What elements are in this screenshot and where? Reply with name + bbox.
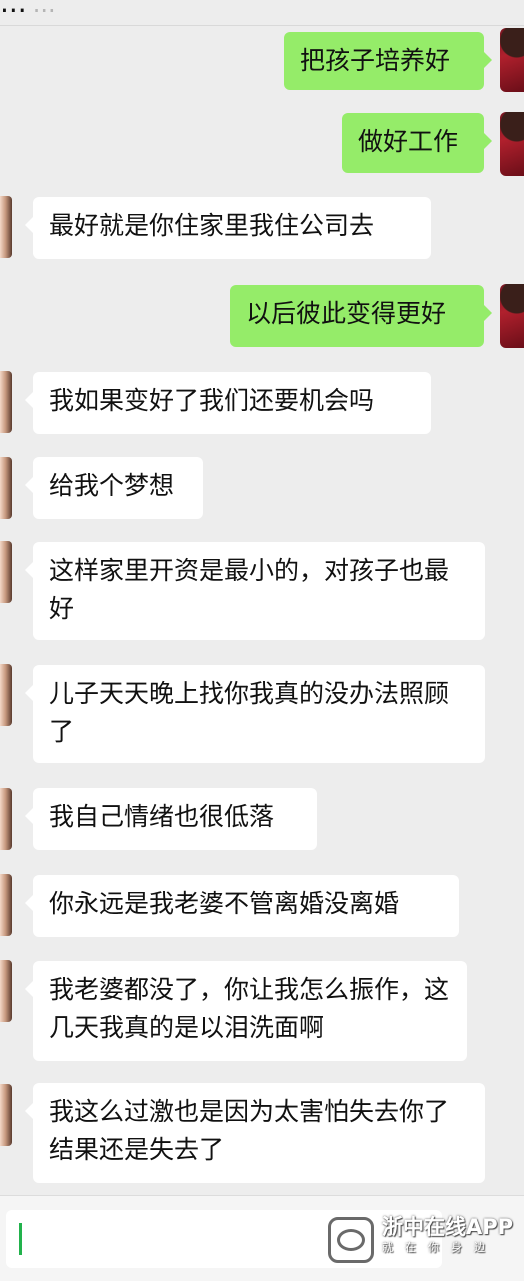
watermark-name: 浙中在线APP — [382, 1215, 514, 1239]
message-text: 做好工作 — [358, 127, 459, 156]
message-text: 最好就是你住家里我住公司去 — [49, 211, 375, 240]
message-bubble-received[interactable]: 我如果变好了我们还要机会吗 — [25, 372, 431, 434]
contact-avatar[interactable] — [0, 541, 12, 603]
message-bubble-received[interactable]: 儿子天天晚上找你我真的没办法照顾了 — [25, 665, 485, 763]
message-text: 我老婆都没了，你让我怎么振作，这几天我真的是以泪洗面啊 — [49, 975, 450, 1042]
message-bubble-received[interactable]: 我自己情绪也很低落 — [25, 788, 317, 850]
message-text: 以后彼此变得更好 — [246, 299, 447, 328]
message-text: 我自己情绪也很低落 — [49, 802, 275, 831]
my-avatar[interactable] — [500, 284, 524, 348]
watermark-slogan: 就在你身边 — [382, 1241, 497, 1254]
message-text: 你永远是我老婆不管离婚没离婚 — [49, 889, 400, 918]
watermark: 浙中在线APP 就在你身边 — [382, 1214, 522, 1256]
watermark-logo-icon — [328, 1217, 374, 1263]
header-divider — [0, 25, 524, 26]
message-bubble-received[interactable]: 最好就是你住家里我住公司去 — [25, 197, 431, 259]
contact-avatar[interactable] — [0, 1084, 12, 1146]
contact-avatar[interactable] — [0, 457, 12, 519]
contact-avatar[interactable] — [0, 874, 12, 936]
chat-header: ...... — [0, 0, 524, 26]
message-text: 儿子天天晚上找你我真的没办法照顾了 — [49, 679, 450, 746]
message-bubble-received[interactable]: 你永远是我老婆不管离婚没离婚 — [25, 875, 459, 937]
message-bubble-sent[interactable]: 以后彼此变得更好 — [230, 285, 492, 347]
message-bubble-sent[interactable]: 做好工作 — [342, 113, 492, 173]
text-cursor — [19, 1223, 22, 1255]
contact-avatar[interactable] — [0, 196, 12, 258]
message-input-bar: 浙中在线APP 就在你身边 — [0, 1195, 524, 1281]
contact-avatar[interactable] — [0, 960, 12, 1022]
message-text: 我如果变好了我们还要机会吗 — [49, 386, 375, 415]
message-input[interactable] — [6, 1210, 442, 1268]
message-bubble-received[interactable]: 我老婆都没了，你让我怎么振作，这几天我真的是以泪洗面啊 — [25, 961, 467, 1061]
message-bubble-received[interactable]: 我这么过激也是因为太害怕失去你了结果还是失去了 — [25, 1083, 485, 1183]
watermark-logo-ring — [337, 1229, 365, 1251]
message-text: 我这么过激也是因为太害怕失去你了结果还是失去了 — [49, 1097, 450, 1164]
my-avatar[interactable] — [500, 28, 524, 92]
message-text: 把孩子培养好 — [300, 46, 451, 75]
message-bubble-received[interactable]: 这样家里开资是最小的，对孩子也最好 — [25, 542, 485, 640]
contact-avatar[interactable] — [0, 664, 12, 726]
message-text: 给我个梦想 — [49, 471, 175, 500]
contact-avatar[interactable] — [0, 788, 12, 850]
message-bubble-received[interactable]: 给我个梦想 — [25, 457, 203, 519]
chat-title: ...... — [0, 0, 56, 19]
contact-avatar[interactable] — [0, 371, 12, 433]
message-text: 这样家里开资是最小的，对孩子也最好 — [49, 556, 450, 623]
message-bubble-sent[interactable]: 把孩子培养好 — [284, 32, 492, 90]
my-avatar[interactable] — [500, 112, 524, 176]
